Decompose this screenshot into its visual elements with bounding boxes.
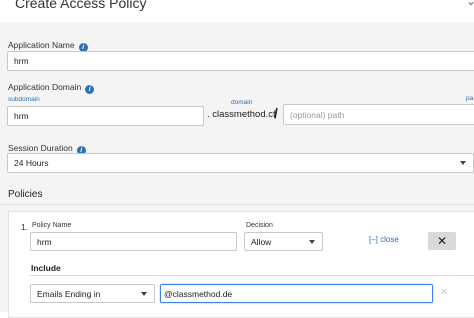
session-duration-value: 24 Hours [14,158,49,168]
rule-value-input[interactable]: @classmethod.de [160,284,433,303]
rule-type-value: Emails Ending in [37,288,101,299]
decision-value: Allow [251,236,272,247]
application-name-value: hrm [14,56,29,66]
domain-label: domain [231,99,253,106]
policy-index: 1. [21,222,29,232]
application-domain-label-text: Application Domain [8,82,82,92]
path-label: pa [466,95,474,102]
path-separator: / [274,105,278,121]
session-duration-select[interactable]: 24 Hours [7,153,474,173]
application-domain-label: Application Domain i [8,82,95,94]
decision-label: Decision [246,222,273,229]
application-name-input[interactable]: hrm [7,51,474,71]
policy-name-label: Policy Name [32,222,72,229]
close-icon: ✕ [436,234,448,248]
info-icon[interactable]: i [85,85,95,94]
path-placeholder: (optional) path [290,109,345,120]
chevron-down-icon [309,239,315,244]
domain-value: . classmethod.cf [207,109,276,120]
include-divider [29,275,474,276]
remove-rule-icon[interactable]: ✕ [440,287,448,298]
path-input[interactable]: (optional) path [283,104,474,125]
policies-divider [0,204,474,205]
subdomain-value: hrm [14,111,29,121]
policy-name-value: hrm [37,236,52,247]
policies-title: Policies [8,189,43,200]
page-title: Create Access Policy [15,0,147,11]
rule-value: @classmethod.de [164,288,233,299]
remove-policy-button[interactable]: ✕ [428,232,456,250]
policy-name-input[interactable]: hrm [30,232,237,251]
chevron-down-icon[interactable]: ⌄ [466,0,474,8]
chevron-down-icon [460,161,466,165]
subdomain-input[interactable]: hrm [7,106,204,126]
chevron-down-icon [141,291,147,296]
subdomain-label: subdomain [8,96,40,103]
session-duration-label-text: Session Duration [8,143,73,153]
decision-select[interactable]: Allow [244,232,323,251]
collapse-policy-link[interactable]: [–] close [369,235,399,244]
include-label: Include [31,263,61,273]
rule-type-select[interactable]: Emails Ending in [30,284,155,303]
application-name-label-text: Application Name [8,40,75,50]
